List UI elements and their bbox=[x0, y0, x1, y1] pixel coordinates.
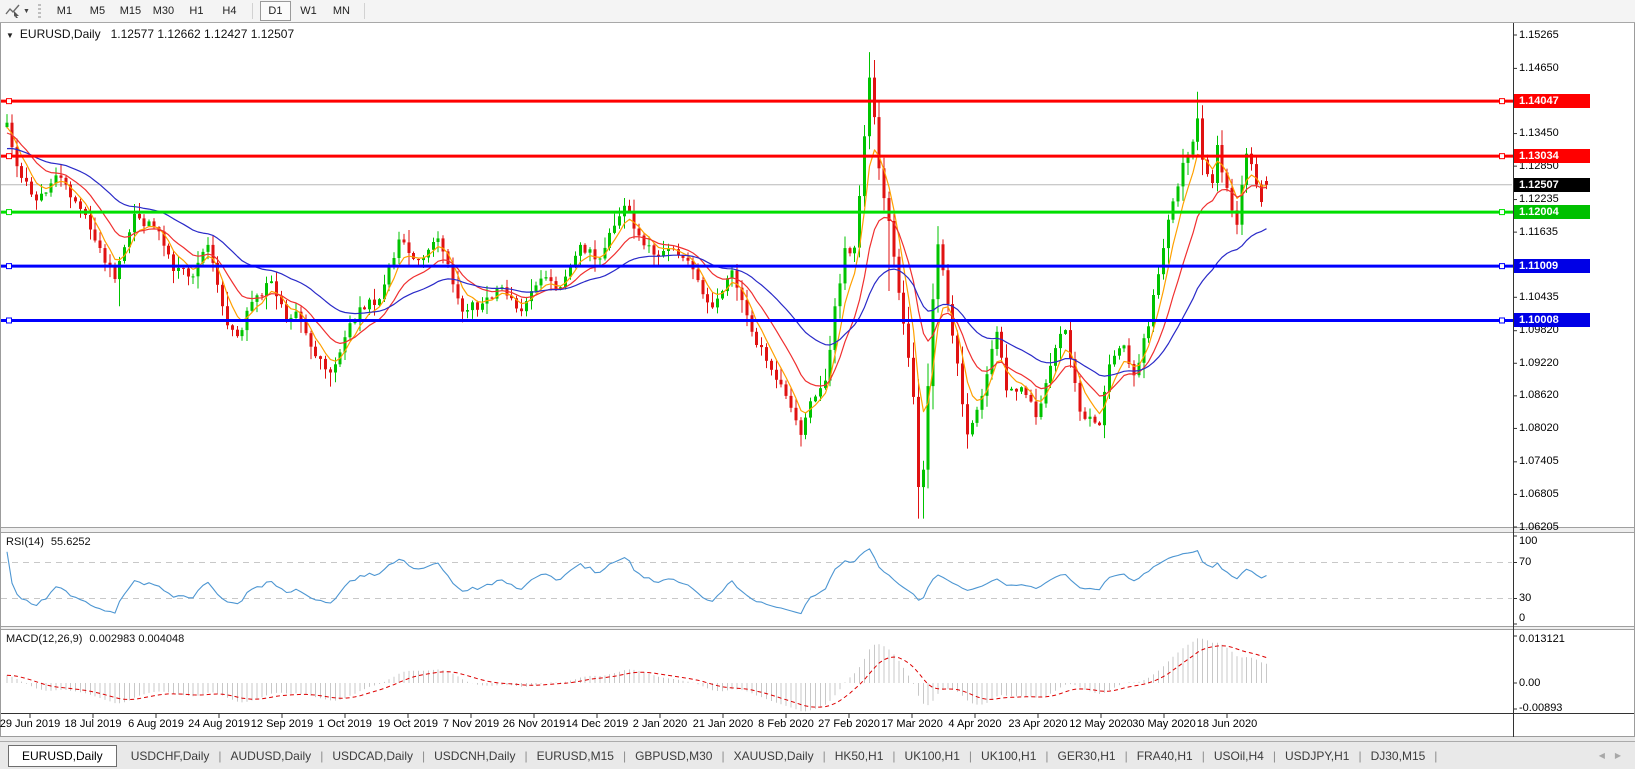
chart-tab-usoil-h4[interactable]: USOil,H4 bbox=[1205, 746, 1273, 766]
timeframe-button-M5[interactable]: M5 bbox=[82, 1, 113, 21]
timeframe-button-H1[interactable]: H1 bbox=[181, 1, 212, 21]
price-tick-label: 1.15265 bbox=[1519, 28, 1559, 41]
rsi-label: RSI(14) bbox=[6, 536, 44, 548]
price-tick-label: 1.06205 bbox=[1519, 520, 1559, 533]
date-label: 1 Oct 2019 bbox=[318, 718, 372, 730]
date-label: 23 Apr 2020 bbox=[1008, 718, 1068, 730]
macd-tick-label: -0.00893 bbox=[1519, 702, 1563, 714]
macd-header: MACD(12,26,9) 0.002983 0.004048 bbox=[6, 633, 184, 645]
toolbar: ▼ M1 M5 M15 M30 H1 H4 D1 W1 MN bbox=[0, 0, 1635, 23]
tabs: EURUSD,Daily USDCHF,Daily | AUDUSD,Daily | US… bbox=[8, 744, 1438, 767]
date-label: 4 Apr 2020 bbox=[948, 718, 1002, 730]
tab-scroll-arrows: ◀ ▶ bbox=[1599, 751, 1635, 760]
timeframe-button-H4[interactable]: H4 bbox=[214, 1, 245, 21]
chart-tab-audusd-daily[interactable]: AUDUSD,Daily bbox=[222, 746, 321, 766]
price-axis[interactable]: 1.15265 1.14650 1.13450 1.12850 1.12235 1.116… bbox=[1514, 22, 1635, 737]
symbol-period-label: EURUSD,Daily bbox=[19, 27, 101, 41]
price-badge: 1.12507 bbox=[1514, 177, 1590, 192]
date-label: 2 Jan 2020 bbox=[632, 718, 688, 730]
chart-cursor-icon[interactable] bbox=[4, 3, 22, 19]
chart-tab-eurusd-m15[interactable]: EURUSD,M15 bbox=[528, 746, 623, 766]
tab-scroll-right-icon[interactable]: ▶ bbox=[1615, 751, 1621, 760]
price-tick-label: 1.09220 bbox=[1519, 356, 1559, 369]
timeframe-button-M15[interactable]: M15 bbox=[115, 1, 146, 21]
toolbar-separator bbox=[251, 3, 253, 19]
rsi-value: 55.6252 bbox=[50, 536, 91, 548]
date-label: 14 Dec 2019 bbox=[565, 718, 629, 730]
rsi-tick-label: 30 bbox=[1519, 592, 1532, 604]
chart-tab-dj30-m15[interactable]: DJ30,M15 bbox=[1362, 746, 1435, 766]
rsi-tick-label: 70 bbox=[1519, 556, 1532, 568]
macd-label: MACD(12,26,9) bbox=[6, 633, 83, 645]
chart-tab-usdjpy-h1[interactable]: USDJPY,H1 bbox=[1276, 746, 1358, 766]
chart-window bbox=[0, 22, 1635, 737]
timeframe-button-M30[interactable]: M30 bbox=[148, 1, 179, 21]
mt4-window: ▼ M1 M5 M15 M30 H1 H4 D1 W1 MN ▼ EURUSD,Daily 1.12… bbox=[0, 0, 1635, 769]
date-label: 26 Nov 2019 bbox=[502, 718, 566, 730]
date-label: 29 Jun 2019 bbox=[0, 718, 61, 730]
date-label: 8 Feb 2020 bbox=[758, 718, 814, 730]
chart-tab-ger30-h1[interactable]: GER30,H1 bbox=[1049, 746, 1125, 766]
price-badge: 1.14047 bbox=[1514, 94, 1590, 109]
date-label: 6 Aug 2019 bbox=[128, 718, 184, 730]
collapse-triangle-icon[interactable]: ▼ bbox=[6, 31, 14, 40]
price-badge: 1.12004 bbox=[1514, 205, 1590, 220]
rsi-header: RSI(14) 55.6252 bbox=[6, 536, 91, 548]
macd-tick-label: 0.00 bbox=[1519, 676, 1541, 689]
price-tick-label: 1.08620 bbox=[1519, 389, 1559, 402]
chart-tab-fra40-h1[interactable]: FRA40,H1 bbox=[1128, 746, 1202, 766]
price-tick-label: 1.14650 bbox=[1519, 61, 1559, 74]
chart-title: ▼ EURUSD,Daily 1.12577 1.12662 1.12427 1.1… bbox=[6, 27, 294, 41]
price-badge: 1.11009 bbox=[1514, 259, 1590, 274]
date-axis[interactable]: 29 Jun 2019 18 Jul 2019 6 Aug 2019 24 Aug 2… bbox=[0, 713, 1513, 737]
dropdown-caret-icon[interactable]: ▼ bbox=[23, 8, 30, 15]
toolbar-separator bbox=[363, 3, 365, 19]
date-label: 17 Mar 2020 bbox=[881, 718, 943, 730]
macd-values: 0.002983 0.004048 bbox=[89, 633, 185, 645]
chart-tab-bar: EURUSD,Daily USDCHF,Daily | AUDUSD,Daily | US… bbox=[0, 741, 1635, 769]
price-badge: 1.13034 bbox=[1514, 149, 1590, 164]
date-label: 18 Jun 2020 bbox=[1196, 718, 1258, 730]
chart-tab-uk100-h1[interactable]: UK100,H1 bbox=[972, 746, 1045, 766]
chart-tab-hk50-h1[interactable]: HK50,H1 bbox=[826, 746, 893, 766]
timeframe-button-W1[interactable]: W1 bbox=[293, 1, 324, 21]
price-tick-label: 1.06805 bbox=[1519, 487, 1559, 500]
chart-tab-uk100-h1[interactable]: UK100,H1 bbox=[896, 746, 969, 766]
price-tick-label: 1.08020 bbox=[1519, 421, 1559, 434]
timeframe-buttons: M1 M5 M15 M30 H1 H4 D1 W1 MN bbox=[48, 1, 371, 21]
date-label: 19 Oct 2019 bbox=[378, 718, 438, 730]
price-tick-label: 1.11635 bbox=[1519, 225, 1558, 238]
date-label: 12 May 2020 bbox=[1069, 718, 1133, 730]
timeframe-button-D1[interactable]: D1 bbox=[259, 1, 291, 21]
date-label: 12 Sep 2019 bbox=[250, 718, 314, 730]
price-badge: 1.10008 bbox=[1514, 313, 1590, 328]
price-tick-label: 1.10435 bbox=[1519, 290, 1559, 303]
rsi-tick-label: 0 bbox=[1519, 612, 1526, 624]
chart-tab-gbpusd-m30[interactable]: GBPUSD,M30 bbox=[626, 746, 721, 766]
price-tick-label: 1.07405 bbox=[1519, 455, 1559, 468]
date-label: 7 Nov 2019 bbox=[442, 718, 500, 730]
date-label: 30 May 2020 bbox=[1132, 718, 1196, 730]
date-label: 27 Feb 2020 bbox=[818, 718, 880, 730]
chart-tab-usdcnh-daily[interactable]: USDCNH,Daily bbox=[425, 746, 524, 766]
chart-tab-usdchf-daily[interactable]: USDCHF,Daily bbox=[122, 746, 219, 766]
timeframe-button-M1[interactable]: M1 bbox=[49, 1, 80, 21]
toolbar-grip[interactable] bbox=[37, 4, 41, 18]
chart-tab-xauusd-daily[interactable]: XAUUSD,Daily bbox=[725, 746, 823, 766]
chart-tab-eurusd-daily[interactable]: EURUSD,Daily bbox=[8, 744, 117, 767]
date-label: 24 Aug 2019 bbox=[188, 718, 250, 730]
tab-scroll-left-icon[interactable]: ◀ bbox=[1599, 751, 1605, 760]
chart-tab-usdcad-daily[interactable]: USDCAD,Daily bbox=[323, 746, 422, 766]
date-label: 21 Jan 2020 bbox=[692, 718, 754, 730]
rsi-tick-label: 100 bbox=[1519, 535, 1538, 547]
ohlc-quote: 1.12577 1.12662 1.12427 1.12507 bbox=[110, 27, 295, 41]
tab-divider: | bbox=[1434, 748, 1438, 763]
macd-tick-label: 0.013121 bbox=[1519, 633, 1565, 645]
timeframe-button-MN[interactable]: MN bbox=[326, 1, 357, 21]
price-tick-label: 1.13450 bbox=[1519, 127, 1559, 140]
date-label: 18 Jul 2019 bbox=[64, 718, 122, 730]
price-tick-label: 1.12235 bbox=[1519, 193, 1559, 206]
